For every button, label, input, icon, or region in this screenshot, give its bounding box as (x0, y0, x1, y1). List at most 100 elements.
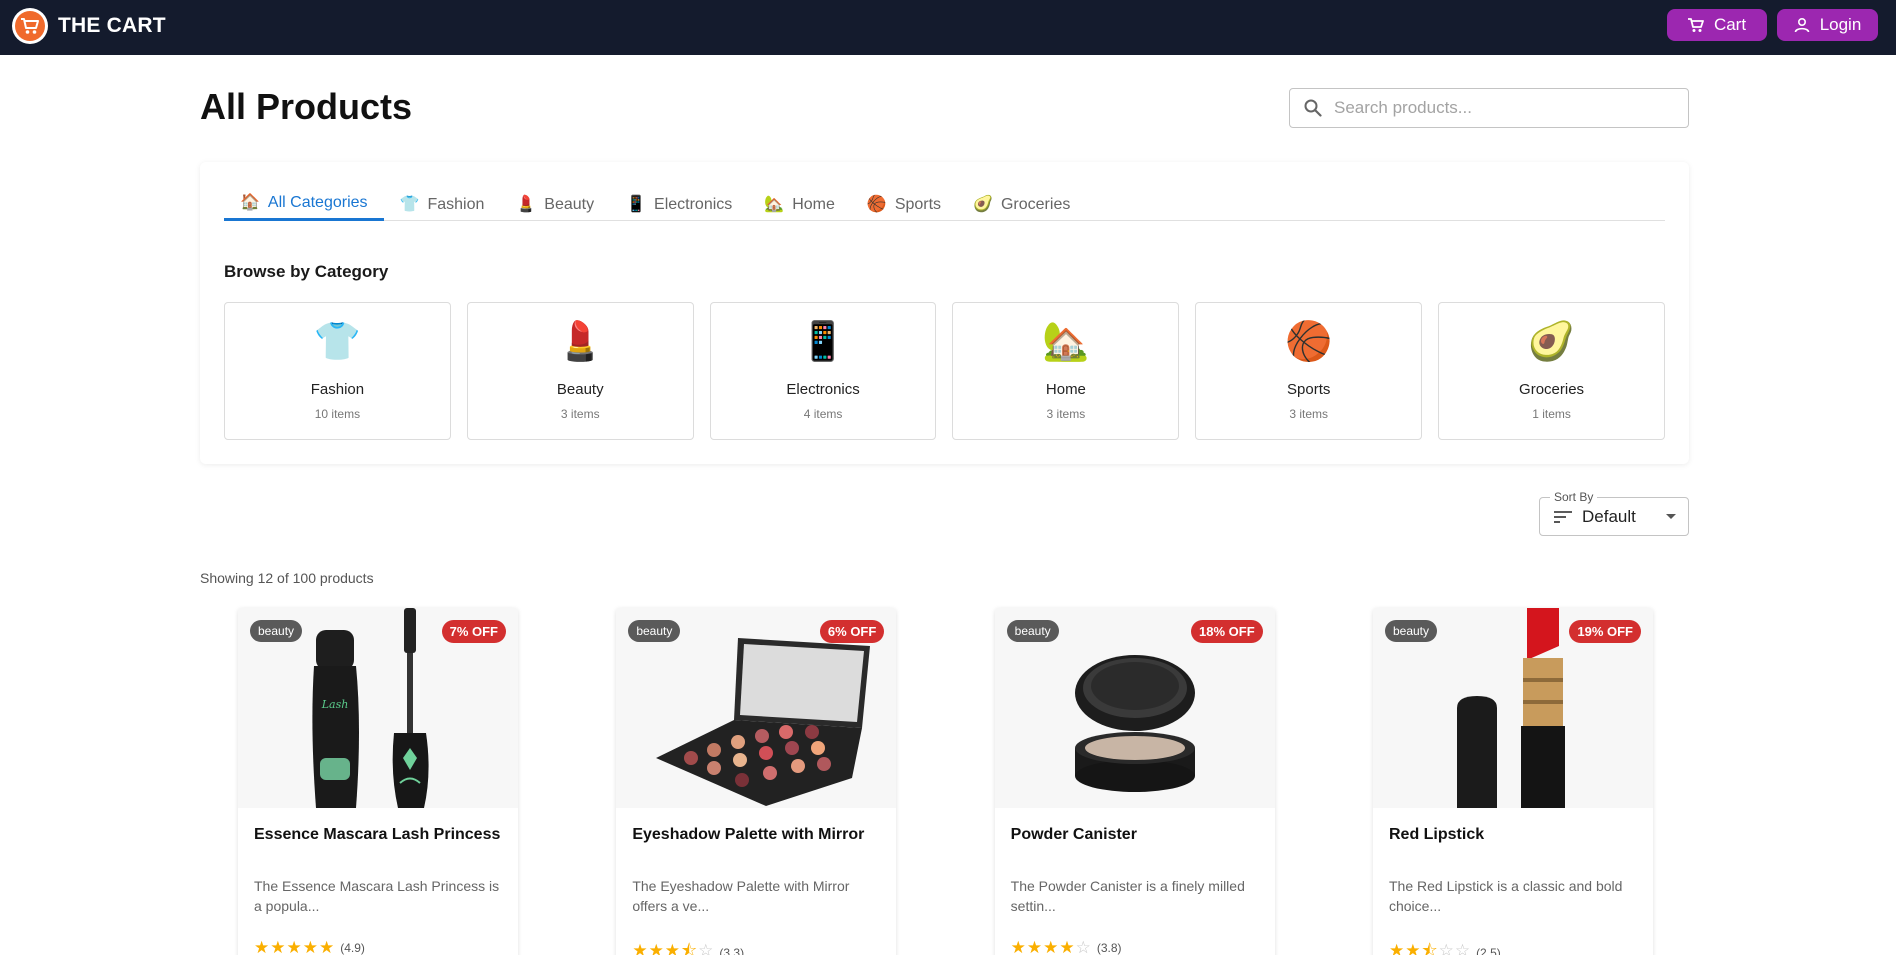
category-count: 3 items (560, 407, 600, 421)
category-card-sports[interactable]: 🏀 Sports 3 items (1195, 302, 1423, 440)
search-icon (1304, 99, 1322, 117)
product-description: The Powder Canister is a finely milled s… (1010, 878, 1245, 914)
basketball-icon: 🏀 (1285, 321, 1333, 363)
tab-label: All Categories (267, 194, 368, 211)
category-card-fashion[interactable]: 👕 Fashion 10 items (224, 302, 451, 440)
category-count: 10 items (314, 407, 361, 421)
brand-name: THE CART (58, 14, 166, 37)
product-card[interactable]: beauty 6% OFF Eyeshadow Palette with Mir… (616, 608, 897, 955)
lipstick-icon: 💄 (516, 195, 537, 213)
search-input[interactable] (1334, 98, 1664, 118)
category-name: Electronics (786, 381, 860, 398)
product-name[interactable]: Red Lipstick (1389, 824, 1639, 845)
category-badge: beauty (1384, 620, 1438, 642)
tab-beauty[interactable]: 💄 Beauty (500, 188, 610, 221)
sort-lines-icon (1554, 510, 1572, 523)
category-card-beauty[interactable]: 💄 Beauty 3 items (466, 302, 694, 440)
tab-label: Sports (894, 195, 942, 213)
product-image[interactable]: Lash beauty 7% OFF (238, 608, 518, 808)
category-badge: beauty (250, 620, 303, 642)
product-description: The Essence Mascara Lash Princess is a p… (254, 878, 500, 914)
rating-value: (3.8) (1096, 941, 1122, 955)
login-button-label: Login (1819, 15, 1862, 34)
chevron-down-icon (1666, 514, 1676, 519)
product-card[interactable]: beauty 19% OFF Red Lipstick The Red Lips… (1372, 608, 1653, 955)
tab-label: Beauty (544, 195, 595, 213)
cart-icon (1687, 17, 1704, 32)
home-icon: 🏡 (1042, 321, 1090, 363)
product-rating: ★★★★★ (4.9) (254, 938, 365, 955)
product-card[interactable]: beauty 18% OFF Powder Canister The Powde… (994, 608, 1275, 955)
page-title: All Products (200, 86, 413, 127)
tab-label: Electronics (654, 195, 733, 213)
product-rating: ★★⯪☆☆ (2.5) (1389, 938, 1501, 955)
brand[interactable]: THE CART (12, 8, 166, 44)
category-panel: 🏠 All Categories 👕 Fashion 💄 Beauty 📱 El… (200, 162, 1689, 464)
category-badge: beauty (628, 620, 681, 642)
category-name: Home (1045, 381, 1086, 398)
category-name: Groceries (1519, 381, 1585, 398)
discount-badge: 6% OFF (819, 620, 885, 643)
tab-label: Home (792, 195, 835, 213)
discount-badge: 18% OFF (1191, 620, 1263, 643)
home-icon: 🏡 (764, 195, 785, 213)
category-tabs: 🏠 All Categories 👕 Fashion 💄 Beauty 📱 El… (224, 188, 1665, 221)
category-name: Sports (1287, 381, 1331, 398)
tab-all-categories[interactable]: 🏠 All Categories (224, 188, 384, 221)
tab-groceries[interactable]: 🥑 Groceries (957, 188, 1086, 221)
sort-value: Default (1582, 506, 1636, 526)
avocado-icon: 🥑 (973, 195, 993, 213)
category-count: 4 items (803, 407, 843, 421)
product-description: The Eyeshadow Palette with Mirror offers… (632, 878, 850, 914)
product-grid: Lash beauty 7% OFF Essence Mascara Lash … (238, 608, 1653, 955)
category-card-groceries[interactable]: 🥑 Groceries 1 items (1438, 302, 1665, 440)
product-description: The Red Lipstick is a classic and bold c… (1388, 878, 1623, 914)
tab-fashion[interactable]: 👕 Fashion (384, 188, 501, 221)
tab-label: Groceries (1000, 195, 1071, 213)
rating-value: (2.5) (1476, 945, 1501, 955)
rating-value: (3.3) (719, 945, 745, 955)
category-badge: beauty (1006, 620, 1059, 642)
category-name: Fashion (310, 381, 365, 398)
svg-text:Lash: Lash (321, 698, 349, 711)
avocado-icon: 🥑 (1527, 321, 1576, 363)
category-count: 3 items (1046, 407, 1086, 421)
sort-select[interactable]: Sort By Default (1539, 490, 1689, 536)
star-rating-icon: ★★★★☆ (1010, 938, 1092, 955)
product-name[interactable]: Eyeshadow Palette with Mirror (632, 824, 882, 845)
tab-electronics[interactable]: 📱 Electronics (610, 188, 748, 221)
house-icon: 🏠 (240, 194, 260, 211)
category-count: 1 items (1532, 407, 1571, 421)
top-navbar: THE CART Cart Login (0, 0, 1896, 55)
search-box[interactable] (1289, 88, 1689, 128)
product-image[interactable]: beauty 18% OFF (994, 608, 1275, 808)
tab-home[interactable]: 🏡 Home (748, 188, 851, 221)
shirt-icon: 👕 (313, 321, 362, 363)
basketball-icon: 🏀 (866, 195, 887, 213)
shirt-icon: 👕 (399, 195, 420, 213)
tab-sports[interactable]: 🏀 Sports (851, 188, 957, 221)
tab-label: Fashion (427, 195, 485, 213)
product-image[interactable]: beauty 6% OFF (616, 608, 897, 808)
product-name[interactable]: Essence Mascara Lash Princess (254, 824, 504, 845)
product-card[interactable]: Lash beauty 7% OFF Essence Mascara Lash … (238, 608, 518, 955)
product-image[interactable]: beauty 19% OFF (1372, 608, 1653, 808)
star-rating-icon: ★★★★★ (254, 938, 336, 955)
star-rating-icon: ★★★⯪☆ (632, 941, 715, 955)
product-rating: ★★★★☆ (3.8) (1011, 938, 1122, 955)
category-name: Beauty (556, 381, 604, 398)
cart-button-label: Cart (1713, 15, 1747, 34)
mobile-phone-icon: 📱 (799, 321, 847, 363)
rating-value: (4.9) (340, 941, 365, 955)
product-rating: ★★★⯪☆ (3.3) (632, 938, 744, 955)
product-name[interactable]: Powder Canister (1011, 824, 1261, 845)
category-count: 3 items (1289, 407, 1329, 421)
login-button[interactable]: Login (1777, 9, 1878, 41)
category-card-electronics[interactable]: 📱 Electronics 4 items (709, 302, 937, 440)
category-card-home[interactable]: 🏡 Home 3 items (952, 302, 1180, 440)
cart-button[interactable]: Cart (1667, 9, 1767, 41)
category-grid: 👕 Fashion 10 items 💄 Beauty 3 items 📱 El… (224, 302, 1665, 440)
star-rating-icon: ★★⯪☆☆ (1388, 941, 1472, 955)
mobile-phone-icon: 📱 (626, 195, 647, 213)
discount-badge: 7% OFF (441, 620, 506, 643)
